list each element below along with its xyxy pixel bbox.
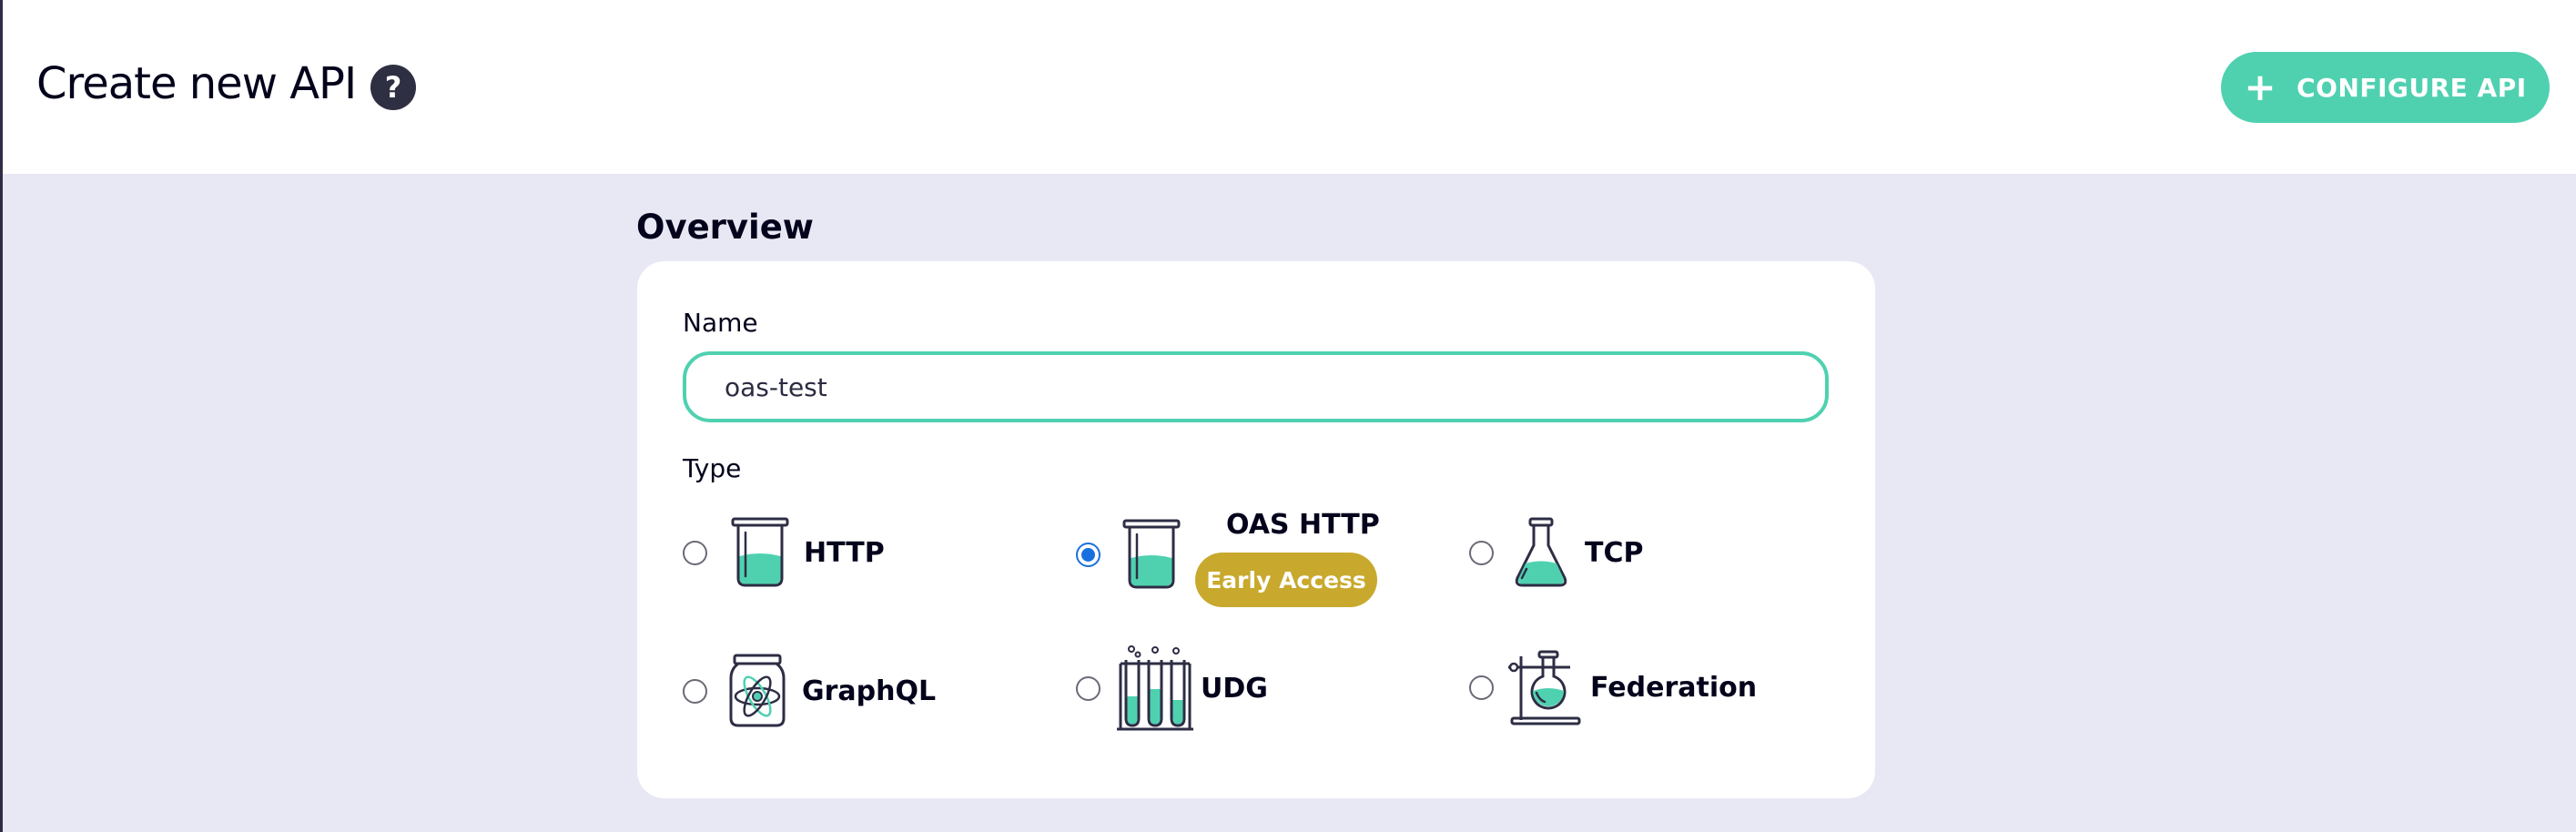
atom-jar-icon xyxy=(729,654,786,727)
name-input[interactable] xyxy=(683,351,1829,422)
early-access-badge: Early Access xyxy=(1195,553,1377,607)
radio-graphql[interactable] xyxy=(683,678,707,704)
type-label-oas-http: OAS HTTP xyxy=(1226,509,1380,541)
type-label-graphql: GraphQL xyxy=(802,675,937,707)
radio-udg[interactable] xyxy=(1076,675,1100,701)
overview-card: Name Type HTTP OAS HTTP Early Access xyxy=(637,261,1875,798)
question-mark-icon[interactable]: ? xyxy=(370,65,416,110)
radio-federation[interactable] xyxy=(1469,675,1494,700)
type-label-tcp: TCP xyxy=(1585,536,1644,569)
radio-http[interactable] xyxy=(683,540,707,565)
beaker-icon xyxy=(731,517,789,587)
type-label-federation: Federation xyxy=(1590,671,1758,704)
type-option-oas-http[interactable] xyxy=(1076,518,1184,591)
type-option-http[interactable]: HTTP xyxy=(683,516,885,589)
type-option-udg[interactable]: UDG xyxy=(1076,644,1268,733)
type-label: Type xyxy=(683,453,742,483)
configure-api-label: CONFIGURE API xyxy=(2297,72,2527,103)
name-label: Name xyxy=(683,308,758,338)
configure-api-button[interactable]: + CONFIGURE API xyxy=(2221,52,2550,123)
type-label-udg: UDG xyxy=(1201,672,1268,705)
page-title: Create new API xyxy=(36,58,357,109)
test-tubes-icon xyxy=(1117,645,1193,731)
type-option-graphql[interactable]: GraphQL xyxy=(683,653,936,729)
radio-tcp[interactable] xyxy=(1469,540,1494,565)
page-header: Create new API ? + CONFIGURE API xyxy=(3,0,2576,174)
lab-stand-icon xyxy=(1508,650,1581,725)
type-option-tcp[interactable]: TCP xyxy=(1469,516,1643,589)
plus-icon: + xyxy=(2244,65,2277,109)
flask-icon xyxy=(1515,517,1567,587)
beaker-icon xyxy=(1122,519,1181,589)
type-option-federation[interactable]: Federation xyxy=(1469,649,1757,725)
overview-heading: Overview xyxy=(636,208,814,247)
radio-oas-http[interactable] xyxy=(1076,542,1100,567)
type-label-http: HTTP xyxy=(804,536,885,569)
